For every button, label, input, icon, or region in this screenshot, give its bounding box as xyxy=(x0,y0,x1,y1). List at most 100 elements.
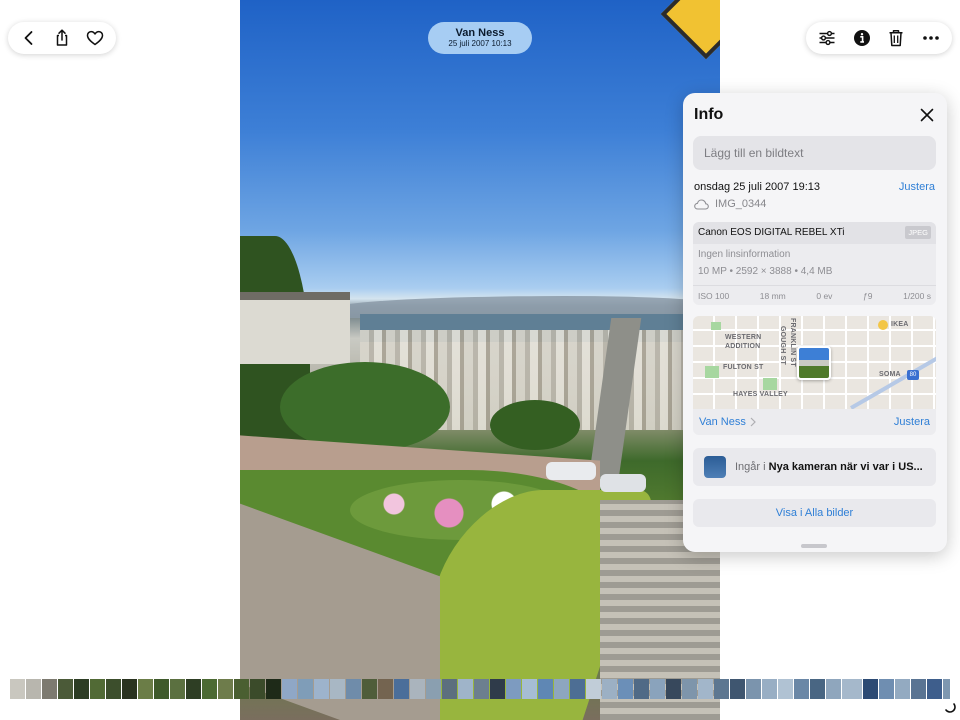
caption-field[interactable]: Lägg till en bildtext xyxy=(693,136,936,170)
info-title: Info xyxy=(694,106,724,123)
filmstrip-thumbnail[interactable] xyxy=(58,679,73,699)
filmstrip-thumbnail[interactable] xyxy=(778,679,793,699)
map-label: SOMA xyxy=(879,371,901,378)
location-name: Van Ness xyxy=(699,416,746,428)
close-button[interactable] xyxy=(917,105,937,125)
map-park xyxy=(711,322,721,330)
location-map[interactable]: WESTERN ADDITION FULTON ST HAYES VALLEY … xyxy=(693,316,936,409)
filmstrip-thumbnail[interactable] xyxy=(714,679,729,699)
filmstrip-thumbnail[interactable] xyxy=(10,679,25,699)
filmstrip-thumbnail[interactable] xyxy=(943,679,950,699)
filmstrip-thumbnail[interactable] xyxy=(186,679,201,699)
filmstrip-thumbnail[interactable] xyxy=(218,679,233,699)
filmstrip-thumbnail[interactable] xyxy=(506,679,521,699)
filename-row: IMG_0344 xyxy=(694,198,766,210)
filmstrip-thumbnail[interactable] xyxy=(170,679,185,699)
more-button[interactable] xyxy=(917,24,945,52)
filmstrip-thumbnail[interactable] xyxy=(746,679,761,699)
delete-button[interactable] xyxy=(882,24,910,52)
adjust-location-link[interactable]: Justera xyxy=(894,416,930,428)
filmstrip-thumbnail[interactable] xyxy=(442,679,457,699)
filename: IMG_0344 xyxy=(715,198,767,210)
filmstrip-thumbnail[interactable] xyxy=(138,679,153,699)
filmstrip-thumbnail[interactable] xyxy=(202,679,217,699)
camera-row: Canon EOS DIGITAL REBEL XTi JPEG xyxy=(693,222,936,244)
filmstrip-thumbnail[interactable] xyxy=(794,679,809,699)
photo-datetime-full: onsdag 25 juli 2007 19:13 xyxy=(694,181,820,193)
filmstrip-thumbnail[interactable] xyxy=(634,679,649,699)
share-button[interactable] xyxy=(48,24,76,52)
filmstrip-thumbnail[interactable] xyxy=(266,679,281,699)
map-label: FULTON ST xyxy=(723,364,764,371)
favorite-button[interactable] xyxy=(81,24,109,52)
ellipsis-icon xyxy=(922,36,939,40)
filmstrip-thumbnail[interactable] xyxy=(682,679,697,699)
filmstrip-thumbnail[interactable] xyxy=(879,679,894,699)
filmstrip-thumbnail[interactable] xyxy=(122,679,137,699)
filmstrip-thumbnail[interactable] xyxy=(250,679,265,699)
filmstrip-thumbnail[interactable] xyxy=(282,679,297,699)
map-label: IKEA xyxy=(891,321,909,328)
back-button[interactable] xyxy=(15,24,43,52)
filmstrip-thumbnail[interactable] xyxy=(570,679,585,699)
filmstrip-thumbnail[interactable] xyxy=(314,679,329,699)
album-name: Nya kameran när vi var i US... xyxy=(768,461,923,473)
filmstrip-thumbnail[interactable] xyxy=(602,679,617,699)
map-label: HAYES VALLEY xyxy=(733,391,788,398)
map-label: GOUGH ST xyxy=(779,326,786,365)
photo[interactable] xyxy=(240,0,720,720)
filmstrip-thumbnail[interactable] xyxy=(362,679,377,699)
filmstrip-thumbnail[interactable] xyxy=(895,679,910,699)
info-button[interactable] xyxy=(848,24,876,52)
filmstrip-thumbnail[interactable] xyxy=(106,679,121,699)
adjust-datetime-link[interactable]: Justera xyxy=(899,181,935,193)
exif-exposure-bias: 0 ev xyxy=(816,290,833,301)
photo-bush xyxy=(490,400,580,450)
filmstrip-thumbnail[interactable] xyxy=(927,679,942,699)
filmstrip-thumbnail[interactable] xyxy=(330,679,345,699)
filmstrip-thumbnail[interactable] xyxy=(911,679,926,699)
filmstrip-thumbnail[interactable] xyxy=(730,679,745,699)
filmstrip-thumbnail[interactable] xyxy=(474,679,489,699)
filmstrip-thumbnail[interactable] xyxy=(90,679,105,699)
filmstrip-thumbnail[interactable] xyxy=(863,679,878,699)
filmstrip-thumbnail[interactable] xyxy=(698,679,713,699)
filmstrip-thumbnail[interactable] xyxy=(490,679,505,699)
photo-road-sign xyxy=(660,0,720,60)
filmstrip-thumbnail-current[interactable] xyxy=(841,679,863,699)
camera-metadata-card: Canon EOS DIGITAL REBEL XTi JPEG Ingen l… xyxy=(693,222,936,305)
map-photo-thumbnail[interactable] xyxy=(797,346,831,380)
filmstrip-thumbnail[interactable] xyxy=(586,679,601,699)
adjust-button[interactable] xyxy=(813,24,841,52)
album-row[interactable]: Ingår i Nya kameran när vi var i US... xyxy=(693,448,936,486)
toolbar-right xyxy=(806,22,952,54)
photo-title-pill[interactable]: Van Ness 25 juli 2007 10:13 xyxy=(428,22,532,54)
filmstrip-thumbnail[interactable] xyxy=(410,679,425,699)
filmstrip-thumbnail[interactable] xyxy=(762,679,777,699)
filmstrip-thumbnail[interactable] xyxy=(298,679,313,699)
filmstrip-thumbnail[interactable] xyxy=(154,679,169,699)
filmstrip-thumbnail[interactable] xyxy=(554,679,569,699)
filmstrip-thumbnail[interactable] xyxy=(826,679,841,699)
show-in-all-photos-button[interactable]: Visa i Alla bilder xyxy=(693,499,936,527)
filmstrip-thumbnail[interactable] xyxy=(426,679,441,699)
filmstrip-thumbnail[interactable] xyxy=(618,679,633,699)
filmstrip-thumbnail[interactable] xyxy=(42,679,57,699)
filmstrip-thumbnail[interactable] xyxy=(378,679,393,699)
filmstrip-thumbnail[interactable] xyxy=(810,679,825,699)
filmstrip-thumbnail[interactable] xyxy=(74,679,89,699)
map-park xyxy=(763,378,777,390)
sheet-grabber[interactable] xyxy=(801,544,827,548)
datetime-row: onsdag 25 juli 2007 19:13 Justera xyxy=(694,181,935,193)
filmstrip-thumbnail[interactable] xyxy=(346,679,361,699)
filmstrip-thumbnail[interactable] xyxy=(234,679,249,699)
filmstrip-thumbnail[interactable] xyxy=(26,679,41,699)
filmstrip-thumbnail[interactable] xyxy=(522,679,537,699)
filmstrip-thumbnail[interactable] xyxy=(650,679,665,699)
filmstrip-thumbnail[interactable] xyxy=(666,679,681,699)
filmstrip-thumbnail[interactable] xyxy=(394,679,409,699)
location-link[interactable]: Van Ness xyxy=(699,416,756,428)
heart-icon xyxy=(87,30,104,46)
filmstrip-thumbnail[interactable] xyxy=(538,679,553,699)
filmstrip-thumbnail[interactable] xyxy=(458,679,473,699)
